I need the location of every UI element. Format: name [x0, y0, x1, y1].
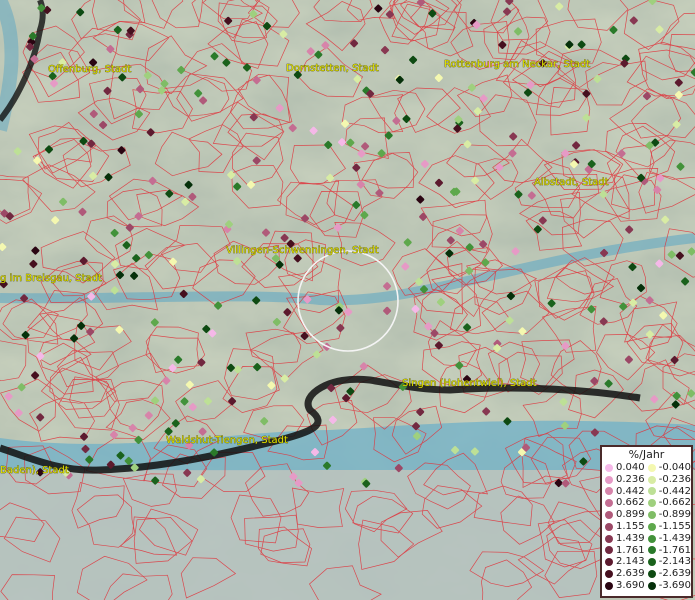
- legend-positive-entry: 1.761: [605, 545, 648, 557]
- legend-label: 2.639: [616, 568, 645, 580]
- city-label: Waldshut-Tiengen, Stadt: [166, 435, 288, 446]
- legend-row: 1.439 -1.439: [602, 533, 691, 545]
- legend-positive-entry: 2.143: [605, 556, 648, 568]
- legend-swatch-icon: [647, 558, 656, 567]
- legend-label: 1.439: [616, 532, 645, 544]
- legend-swatch-icon: [605, 581, 613, 590]
- legend-swatch-icon: [647, 475, 656, 484]
- legend-row: 0.899 -0.899: [602, 509, 691, 521]
- legend-swatch-icon: [605, 570, 613, 579]
- legend-label: 2.143: [616, 556, 645, 568]
- legend-swatch-icon: [647, 581, 656, 590]
- legend-swatch-icon: [605, 534, 613, 543]
- legend-positive-entry: 3.690: [605, 580, 648, 592]
- legend-label: 0.662: [616, 497, 645, 509]
- legend-label: 1.155: [616, 520, 645, 532]
- legend-swatch-icon: [647, 511, 656, 520]
- legend-swatch-icon: [647, 534, 656, 543]
- legend-negative-entry: -1.761: [647, 544, 691, 557]
- legend-swatch-icon: [605, 522, 613, 531]
- legend-row: 2.143 -2.143: [602, 556, 691, 568]
- legend-label: -2.639: [658, 568, 691, 580]
- legend-negative-entry: -0.236: [647, 473, 691, 486]
- legend-swatch-icon: [647, 522, 656, 531]
- legend-label: 0.899: [616, 509, 645, 521]
- legend-label: 3.690: [616, 579, 645, 591]
- legend-row: 0.040 -0.040: [602, 462, 691, 474]
- legend-label: -1.761: [658, 544, 691, 556]
- legend-negative-entry: -1.439: [647, 532, 691, 545]
- city-label: Villingen-Schwenningen, Stadt: [226, 245, 379, 256]
- legend-positive-entry: 2.639: [605, 568, 648, 580]
- legend-negative-entry: -0.040: [647, 462, 691, 474]
- legend-label: -1.155: [658, 520, 691, 532]
- legend-swatch-icon: [605, 463, 613, 472]
- legend-positive-entry: 0.040: [605, 462, 648, 474]
- legend-swatch-icon: [605, 546, 613, 555]
- city-label: Baden), Stadt: [0, 465, 69, 476]
- legend-title: %/Jahr: [628, 448, 665, 461]
- city-label: Singen (Hohentwiel), Stadt: [402, 378, 537, 389]
- legend-swatch-icon: [605, 487, 613, 496]
- legend-negative-entry: -2.143: [647, 556, 691, 568]
- legend-positive-entry: 1.439: [605, 533, 648, 545]
- legend-rows: 0.040 -0.040 0.236 -0.236 0.442 -0.442 0.662 -0…: [602, 462, 691, 592]
- legend-negative-entry: -0.442: [647, 485, 691, 498]
- legend-label: -0.899: [658, 509, 691, 521]
- legend-row: 0.662 -0.662: [602, 497, 691, 509]
- legend-label: -1.439: [658, 532, 691, 544]
- legend-swatch-icon: [605, 475, 613, 484]
- legend-row: 2.639 -2.639: [602, 568, 691, 580]
- city-label: Offenburg, Stadt: [48, 64, 131, 75]
- legend-positive-entry: 0.442: [605, 486, 648, 498]
- legend-swatch-icon: [605, 511, 613, 520]
- legend-label: 0.442: [616, 485, 645, 497]
- legend-negative-entry: -2.639: [647, 568, 691, 580]
- legend-label: 0.236: [616, 473, 645, 485]
- legend-row: 1.155 -1.155: [602, 521, 691, 533]
- legend-negative-entry: -3.690: [647, 579, 691, 592]
- legend-swatch-icon: [605, 558, 613, 567]
- legend-label: 1.761: [616, 544, 645, 556]
- legend-row: 1.761 -1.761: [602, 545, 691, 557]
- legend-swatch-icon: [647, 570, 656, 579]
- legend-swatch-icon: [647, 546, 656, 555]
- legend-positive-entry: 0.236: [605, 474, 648, 486]
- city-label: g im Breisgau, Stadt: [0, 273, 102, 284]
- legend-label: 0.040: [616, 462, 645, 473]
- legend-row: 0.442 -0.442: [602, 486, 691, 498]
- legend-swatch-icon: [647, 487, 656, 496]
- legend-positive-entry: 0.899: [605, 509, 648, 521]
- legend-negative-entry: -0.899: [647, 509, 691, 521]
- legend-positive-entry: 0.662: [605, 497, 648, 509]
- thematic-map[interactable]: Offenburg, Stadt Dornstetten, Stadt Rott…: [0, 0, 695, 600]
- legend-swatch-icon: [647, 499, 656, 508]
- city-label: Rottenburg am Neckar, Stadt: [444, 59, 590, 70]
- legend-row: 0.236 -0.236: [602, 474, 691, 486]
- legend-label: -0.236: [658, 473, 691, 485]
- city-label: Dornstetten, Stadt: [286, 63, 379, 74]
- legend-negative-entry: -0.662: [647, 497, 691, 509]
- legend-row: 3.690 -3.690: [602, 580, 691, 592]
- legend-label: -0.662: [658, 497, 691, 509]
- legend-label: -0.040: [658, 462, 691, 473]
- legend-label: -2.143: [658, 556, 691, 568]
- legend-swatch-icon: [647, 463, 656, 472]
- city-label: Albstadt, Stadt: [534, 177, 609, 188]
- legend-positive-entry: 1.155: [605, 521, 648, 533]
- legend-label: -0.442: [658, 485, 691, 497]
- legend-negative-entry: -1.155: [647, 520, 691, 533]
- legend-swatch-icon: [605, 499, 613, 508]
- legend-label: -3.690: [658, 579, 691, 591]
- legend: %/Jahr 0.040 -0.040 0.236 -0.236 0.442 -0.442…: [600, 445, 693, 598]
